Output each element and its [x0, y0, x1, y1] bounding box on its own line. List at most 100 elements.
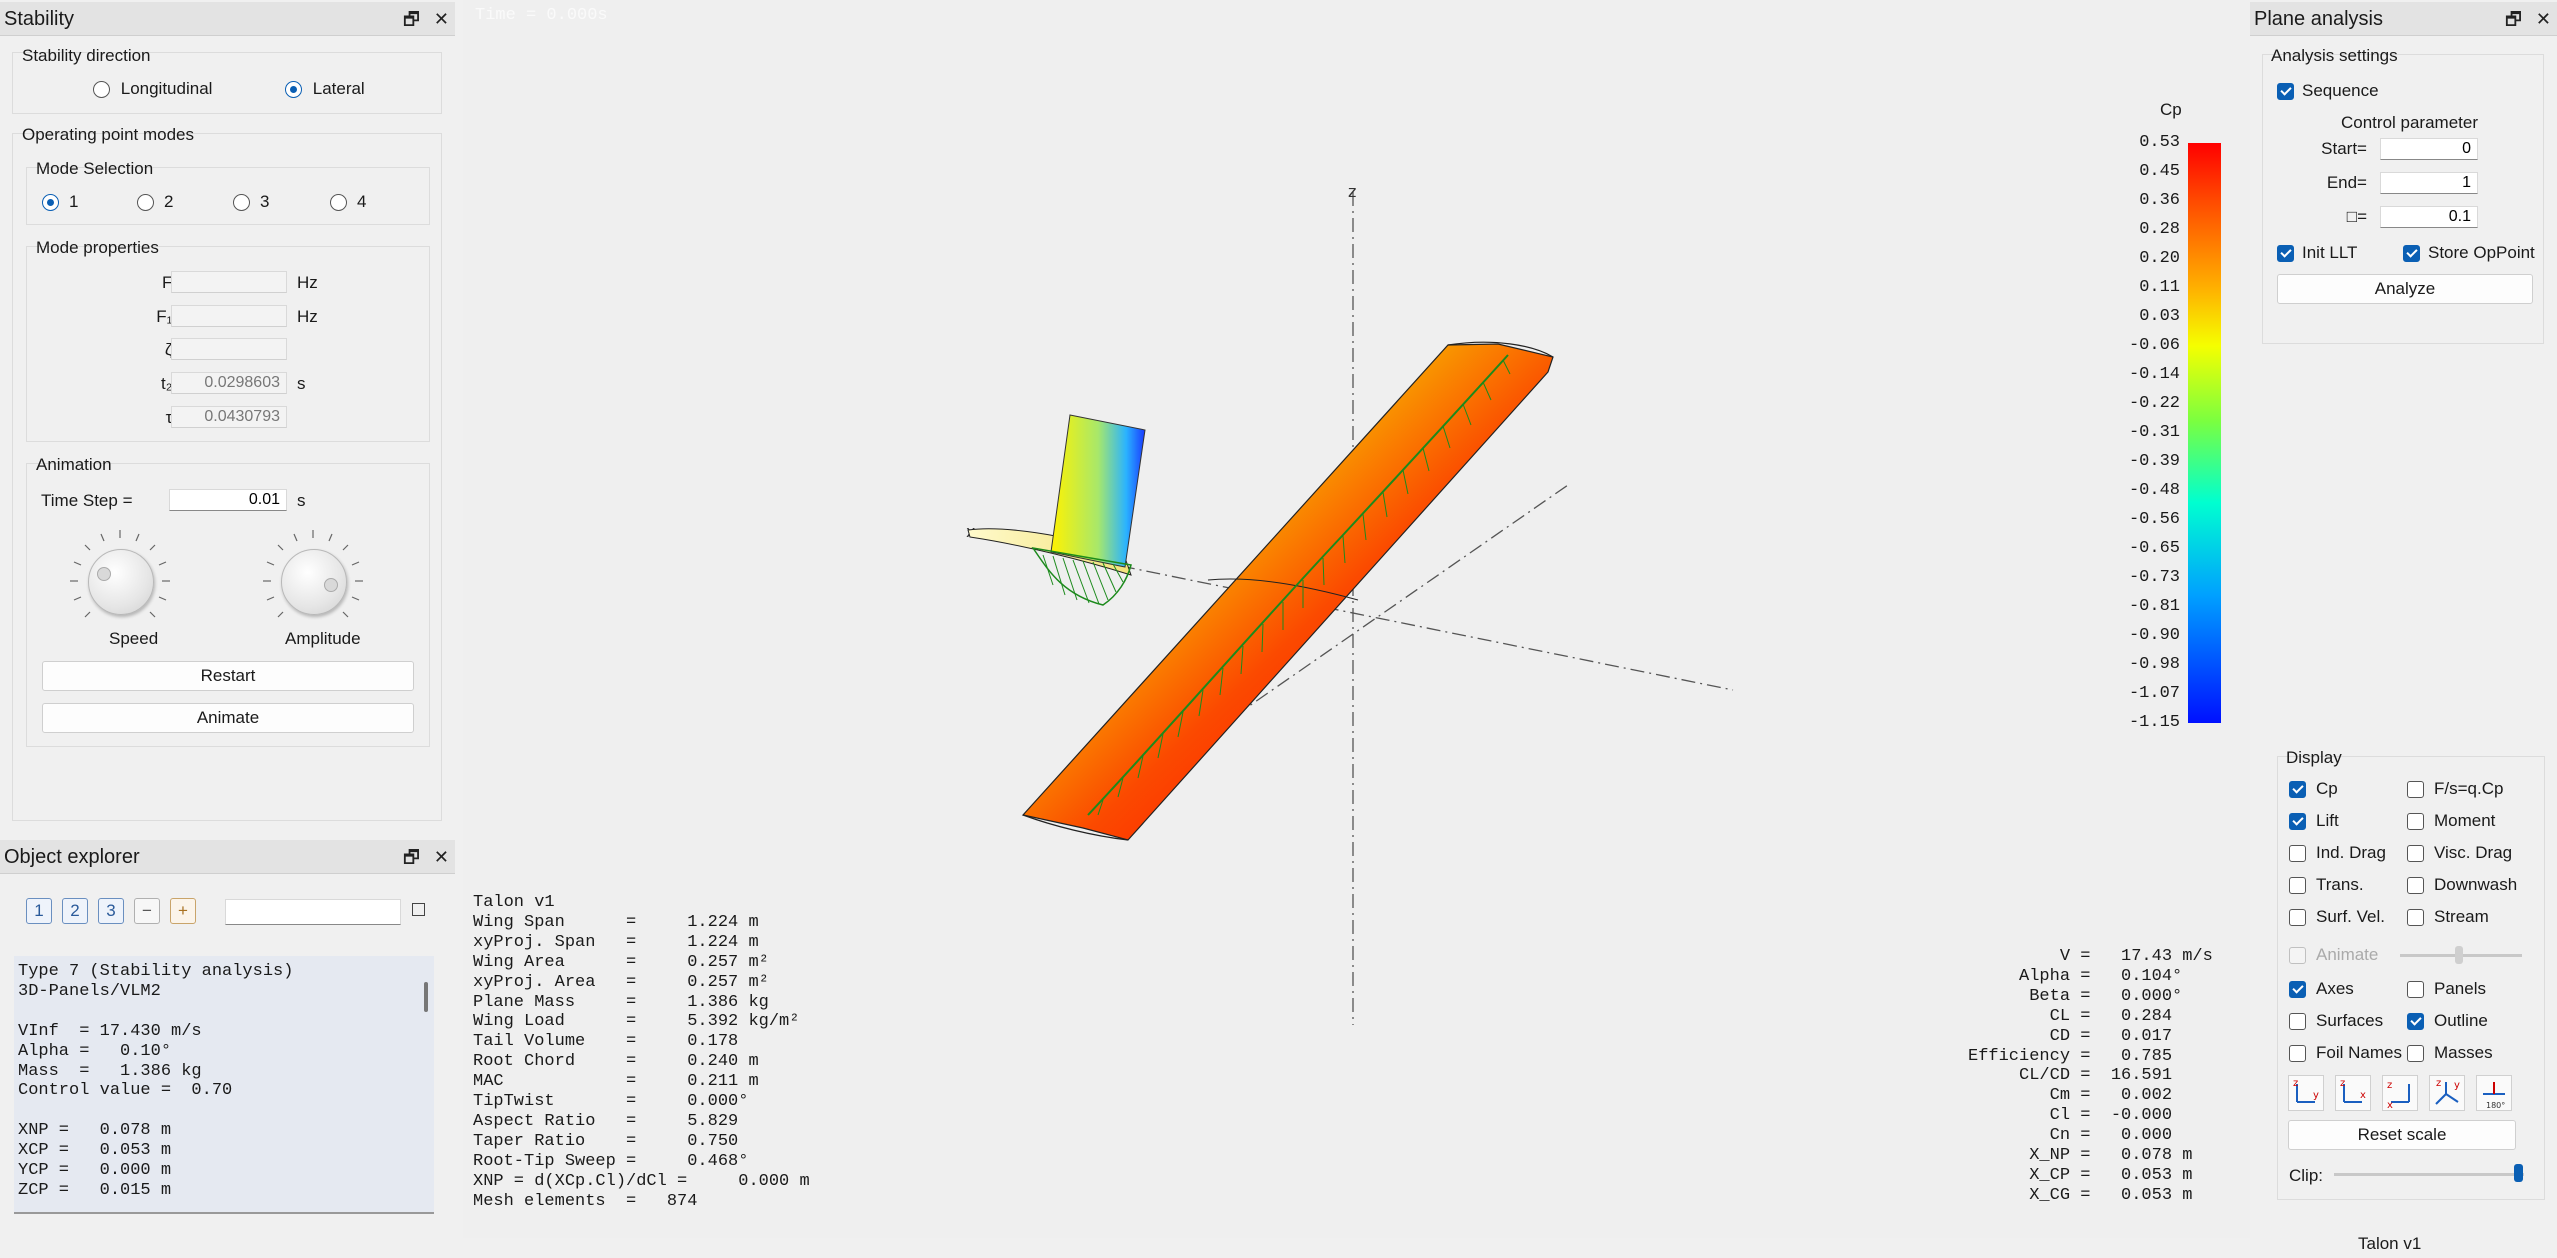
end-input[interactable]	[2380, 172, 2478, 194]
plane-info-line: Root-Tip Sweep = 0.468°	[473, 1151, 749, 1171]
explorer-options-icon[interactable]	[412, 903, 425, 916]
longitudinal-radio[interactable]: Longitudinal	[93, 79, 212, 99]
axes-checkbox[interactable]: Axes	[2289, 979, 2354, 999]
results-line: X_CG = 0.053 m	[1968, 1185, 2193, 1205]
display-surf-vel--checkbox[interactable]: Surf. Vel.	[2289, 907, 2385, 927]
results-line: Beta = 0.000°	[1968, 986, 2183, 1006]
delta-input[interactable]	[2380, 206, 2478, 228]
reset-scale-button[interactable]: Reset scale	[2288, 1120, 2516, 1150]
main-wing	[1021, 343, 1554, 841]
panels-checkbox[interactable]: Panels	[2407, 979, 2486, 999]
speed-knob[interactable]	[88, 549, 154, 615]
clip-slider-handle[interactable]	[2514, 1164, 2523, 1182]
init-llt-checkbox[interactable]: Init LLT	[2277, 243, 2357, 263]
cp-legend-value-line: -0.39	[2128, 452, 2180, 471]
mode-selection-label: Mode Selection	[36, 159, 154, 178]
3d-view[interactable]: Time = 0.000s z Cp 0.53 0.45 0.36 0.28 0…	[463, 0, 2250, 1238]
results-line: X_CP = 0.053 m	[1968, 1165, 2193, 1185]
object-explorer-title-text: Object explorer	[4, 846, 140, 868]
analyze-button[interactable]: Analyze	[2277, 274, 2533, 304]
svg-text:z: z	[2436, 1078, 2441, 1089]
amplitude-knob[interactable]	[281, 549, 347, 615]
masses-checkbox[interactable]: Masses	[2407, 1043, 2493, 1063]
close-icon[interactable]: ✕	[434, 2, 449, 36]
prop-f-unit: Hz	[297, 273, 318, 292]
store-oppoint-checkbox[interactable]: Store OpPoint	[2403, 243, 2535, 263]
checkbox-box	[2407, 781, 2424, 799]
explorer-text-area[interactable]: Type 7 (Stability analysis) 3D-Panels/VLM…	[14, 956, 434, 1214]
level-2-icon[interactable]: 2	[62, 898, 88, 924]
time-step-label: Time Step =	[41, 491, 133, 510]
explorer-text-line: Mass = 1.386 kg	[18, 1061, 202, 1081]
plane-info-line: MAC = 0.211 m	[473, 1072, 759, 1092]
svg-text:x: x	[2360, 1090, 2366, 1101]
mode-1-radio[interactable]: 1	[42, 192, 78, 212]
explorer-text-line: YCP = 0.000 m	[18, 1161, 172, 1181]
float-icon[interactable]: 🗗	[403, 2, 420, 36]
checkbox-box	[2407, 845, 2424, 863]
display-ind-drag-checkbox[interactable]: Ind. Drag	[2289, 843, 2386, 863]
cp-legend-value-line: -0.31	[2128, 423, 2180, 442]
cp-legend-value-line: -0.06	[2128, 336, 2180, 355]
svg-text:z: z	[2293, 1078, 2298, 1089]
display-cp-checkbox[interactable]: Cp	[2289, 779, 2338, 799]
view-iso-icon[interactable]: zy	[2429, 1075, 2465, 1111]
results-line: CL = 0.284	[1968, 1006, 2173, 1026]
view-yz-icon[interactable]: zx	[2335, 1075, 2371, 1111]
results-line: X_NP = 0.078 m	[1968, 1146, 2193, 1166]
plane-info-line: TipTwist = 0.000°	[473, 1092, 749, 1112]
display-stream-checkbox[interactable]: Stream	[2407, 907, 2489, 927]
sequence-checkbox[interactable]: Sequence	[2277, 81, 2379, 101]
level-3-icon[interactable]: 3	[98, 898, 124, 924]
explorer-search-input[interactable]	[225, 899, 401, 925]
start-input[interactable]	[2380, 138, 2478, 160]
explorer-scrollbar[interactable]	[424, 982, 428, 1012]
close-icon[interactable]: ✕	[434, 840, 449, 874]
cp-legend-value-line: -1.15	[2128, 713, 2180, 732]
cp-legend-value-line: -0.73	[2128, 568, 2180, 587]
animate-button[interactable]: Animate	[42, 703, 414, 733]
checkbox-label: Downwash	[2434, 875, 2518, 894]
foil-names-checkbox[interactable]: Foil Names	[2289, 1043, 2402, 1063]
close-icon[interactable]: ✕	[2536, 2, 2551, 36]
time-step-input[interactable]	[169, 489, 287, 511]
plane-info-line: Aspect Ratio = 5.829	[473, 1111, 739, 1131]
lateral-radio[interactable]: Lateral	[285, 79, 365, 99]
plane-info-line: XNP = d(XCp.Cl)/dCl = 0.000 m	[473, 1171, 810, 1191]
view-xy-icon[interactable]: zy	[2288, 1075, 2324, 1111]
plane-info-line: Mesh elements = 874	[473, 1191, 698, 1211]
display-moment-checkbox[interactable]: Moment	[2407, 811, 2495, 831]
mode-4-radio[interactable]: 4	[330, 192, 366, 212]
view-flip-180-icon[interactable]: 180°	[2476, 1075, 2512, 1111]
mode-3-radio[interactable]: 3	[233, 192, 269, 212]
surfaces-checkbox[interactable]: Surfaces	[2289, 1011, 2383, 1031]
display-downwash-checkbox[interactable]: Downwash	[2407, 875, 2517, 895]
view-xz-icon[interactable]: zx	[2382, 1075, 2418, 1111]
explorer-text-line: 3D-Panels/VLM2	[18, 981, 161, 1001]
display-trans--checkbox[interactable]: Trans.	[2289, 875, 2364, 895]
plane-analysis-title: Plane analysis 🗗 ✕	[2250, 2, 2557, 36]
clip-label: Clip:	[2289, 1166, 2324, 1185]
mode-2-radio[interactable]: 2	[137, 192, 173, 212]
mode-selection-group: Mode Selection 1 2 3 4	[26, 159, 430, 225]
plane-info-line: Taper Ratio = 0.750	[473, 1131, 739, 1151]
expand-icon[interactable]: +	[170, 898, 196, 924]
display-lift-checkbox[interactable]: Lift	[2289, 811, 2339, 831]
animate-slider-handle[interactable]	[2455, 946, 2463, 964]
display-f-s-q-cp-checkbox[interactable]: F/s=q.Cp	[2407, 779, 2503, 799]
level-1-icon[interactable]: 1	[26, 898, 52, 924]
prop-zeta-field	[171, 338, 287, 360]
display-visc-drag-checkbox[interactable]: Visc. Drag	[2407, 843, 2512, 863]
outline-checkbox[interactable]: Outline	[2407, 1011, 2488, 1031]
plane-info-line: Plane Mass = 1.386 kg	[473, 992, 769, 1012]
amplitude-knob-indicator	[324, 578, 338, 592]
float-icon[interactable]: 🗗	[2505, 2, 2522, 36]
checkbox-box	[2289, 845, 2306, 863]
explorer-text-line: Type 7 (Stability analysis)	[18, 962, 294, 981]
checkbox-label: Lift	[2316, 811, 2339, 830]
restart-button[interactable]: Restart	[42, 661, 414, 691]
collapse-icon[interactable]: −	[134, 898, 160, 924]
float-icon[interactable]: 🗗	[403, 840, 420, 874]
wing-lift-line	[1087, 354, 1509, 816]
clip-slider-track[interactable]	[2334, 1173, 2524, 1176]
